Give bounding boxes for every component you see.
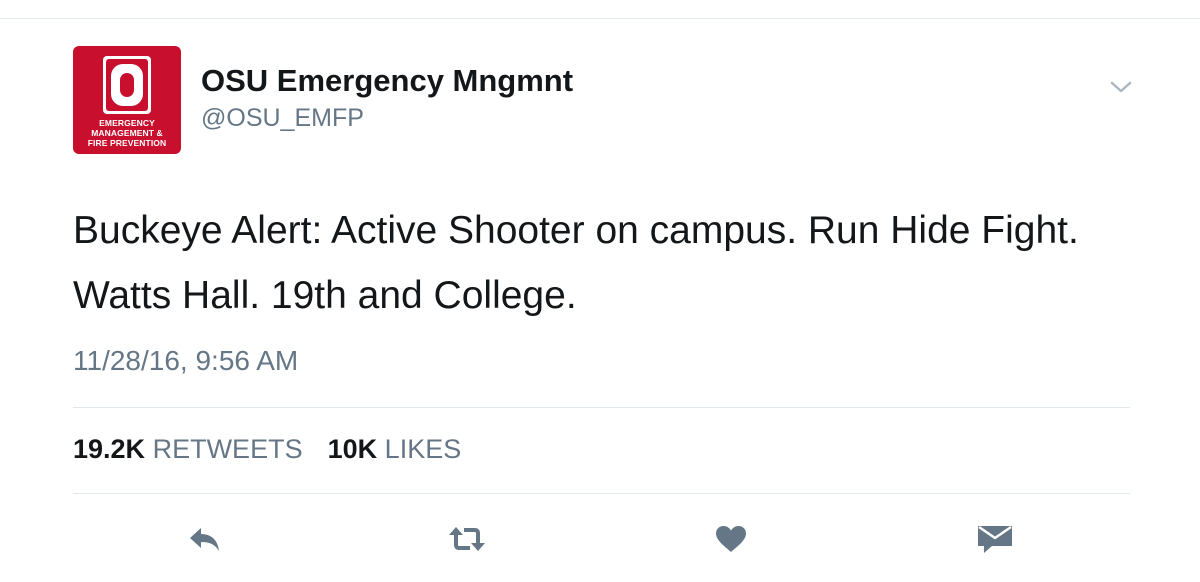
avatar-caption-line: MANAGEMENT &	[91, 128, 163, 138]
tweet-text: Buckeye Alert: Active Shooter on campus.…	[73, 209, 1079, 317]
like-button[interactable]	[711, 519, 751, 559]
likes-label: LIKES	[384, 434, 462, 464]
stats-divider-bottom	[73, 493, 1130, 494]
more-options-button[interactable]	[1106, 72, 1136, 102]
likes-stat[interactable]: 10K LIKES	[328, 434, 462, 464]
retweets-stat[interactable]: 19.2K RETWEETS	[73, 434, 303, 464]
display-name[interactable]: OSU Emergency Mngmnt	[201, 63, 573, 99]
retweets-label: RETWEETS	[152, 434, 303, 464]
avatar-caption: EMERGENCY MANAGEMENT & FIRE PREVENTION	[73, 118, 181, 148]
reply-button[interactable]	[185, 519, 225, 559]
direct-message-icon	[978, 525, 1012, 553]
retweets-count: 19.2K	[73, 434, 146, 464]
avatar-caption-line: FIRE PREVENTION	[87, 138, 167, 148]
retweet-icon	[449, 527, 485, 551]
user-handle[interactable]: @OSU_EMFP	[201, 104, 364, 133]
likes-count: 10K	[327, 434, 378, 464]
tweet-timestamp[interactable]: 11/28/16, 9:56 AM	[73, 345, 298, 377]
direct-message-button[interactable]	[975, 519, 1015, 559]
retweet-button[interactable]	[447, 519, 487, 559]
engagement-stats: 19.2K RETWEETS 10K LIKES	[73, 434, 461, 465]
like-icon	[716, 526, 746, 552]
reply-icon	[190, 528, 219, 551]
avatar-caption-line: EMERGENCY	[99, 118, 155, 128]
avatar[interactable]: EMERGENCY MANAGEMENT & FIRE PREVENTION	[73, 46, 181, 154]
chevron-down-icon	[1110, 81, 1132, 93]
stats-divider-top	[73, 407, 1130, 408]
top-divider	[0, 18, 1200, 19]
